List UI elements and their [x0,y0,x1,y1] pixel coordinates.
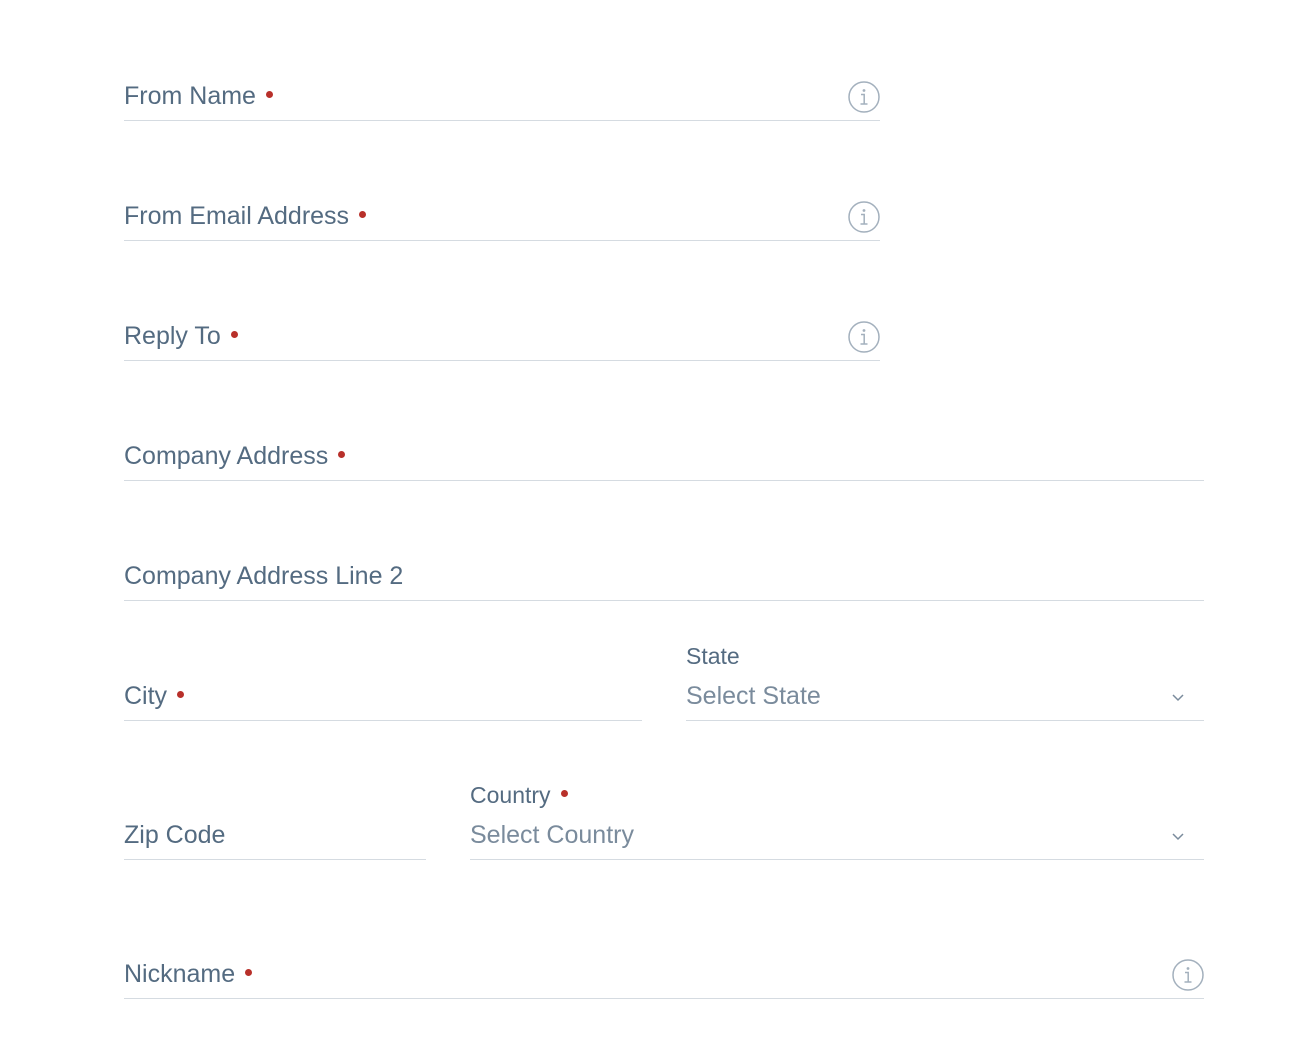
country-selected-value: Select Country [470,821,634,849]
zip-code-input[interactable] [124,820,426,858]
state-label: State [686,643,740,669]
company-address-2-field[interactable]: Company Address Line 2 [124,561,1204,601]
zip-code-field[interactable]: Zip Code [124,820,426,860]
company-address-field[interactable]: Company Address [124,441,1204,481]
company-address-2-input[interactable] [124,561,1204,599]
nickname-input[interactable] [124,959,1204,997]
required-indicator [560,790,568,798]
city-input[interactable] [124,681,642,719]
reply-to-field[interactable]: Reply To [124,321,880,361]
city-field[interactable]: City [124,681,642,721]
info-icon[interactable] [848,201,880,233]
company-address-input[interactable] [124,441,1204,479]
state-selected-value: Select State [686,682,821,710]
from-name-input[interactable] [124,81,880,119]
from-name-field[interactable]: From Name [124,81,880,121]
chevron-down-icon[interactable] [1170,689,1186,705]
state-select[interactable]: Select State [686,681,1204,721]
country-select[interactable]: Select Country [470,820,1204,860]
from-email-field[interactable]: From Email Address [124,201,880,241]
nickname-field[interactable]: Nickname [124,959,1204,999]
chevron-down-icon[interactable] [1170,828,1186,844]
from-email-input[interactable] [124,201,880,239]
country-label: Country [470,781,568,809]
info-icon[interactable] [848,321,880,353]
info-icon[interactable] [1172,959,1204,991]
info-icon[interactable] [848,81,880,113]
reply-to-input[interactable] [124,321,880,359]
